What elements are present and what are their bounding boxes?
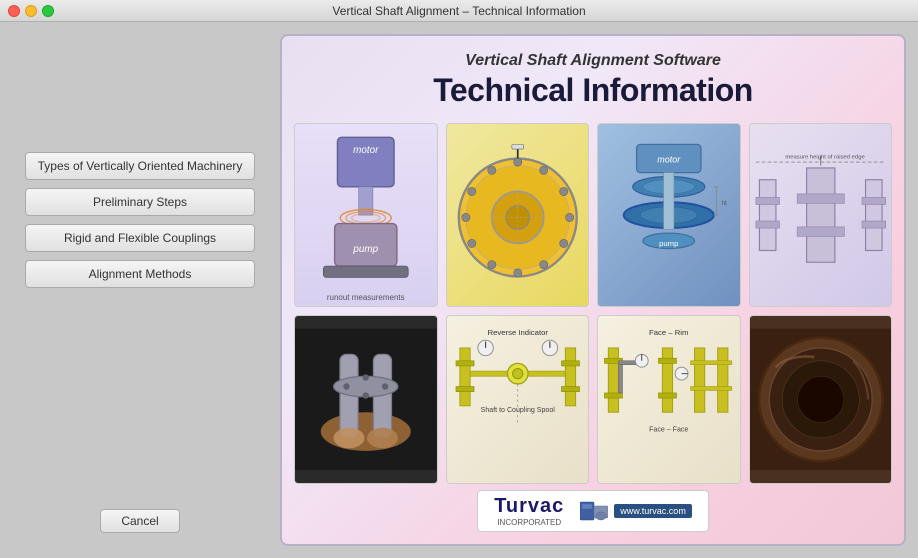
tech-drawing-svg: measure height of raised edge	[750, 124, 892, 306]
svg-text:Face – Face: Face – Face	[649, 427, 688, 434]
svg-text:motor: motor	[353, 145, 379, 156]
bearing-svg: motor pump ht	[598, 124, 740, 306]
cylinder-svg	[750, 316, 892, 483]
types-button[interactable]: Types of Vertically Oriented Machinery	[25, 152, 255, 180]
coupling-diagram	[446, 123, 590, 307]
svg-text:motor: motor	[657, 154, 681, 164]
logo-icon	[580, 500, 608, 522]
content-subtitle: Vertical Shaft Alignment Software	[465, 52, 721, 70]
cylinder-photo	[749, 315, 893, 484]
reverse-indicator-diagram: Reverse Indicator	[446, 315, 590, 484]
diagram-grid: motor pump runout measurements	[294, 123, 892, 484]
close-button[interactable]	[8, 5, 20, 17]
face-rim-svg: Face – Rim	[598, 316, 740, 483]
svg-text:Face – Rim: Face – Rim	[649, 328, 688, 337]
maximize-button[interactable]	[42, 5, 54, 17]
cancel-button[interactable]: Cancel	[100, 509, 180, 533]
coupling-svg	[447, 124, 589, 306]
content-title: Technical Information	[433, 72, 753, 109]
face-rim-diagram: Face – Rim	[597, 315, 741, 484]
logo-website: www.turvac.com	[614, 504, 692, 518]
preliminary-button[interactable]: Preliminary Steps	[25, 188, 255, 216]
runout-label: runout measurements	[325, 291, 407, 304]
alignment-button[interactable]: Alignment Methods	[25, 260, 255, 288]
svg-text:measure height of raised edge: measure height of raised edge	[785, 155, 864, 161]
hands-photo	[294, 315, 438, 484]
technical-drawing: measure height of raised edge	[749, 123, 893, 307]
traffic-lights	[8, 5, 54, 17]
bearing-diagram: motor pump ht	[597, 123, 741, 307]
title-bar: Vertical Shaft Alignment – Technical Inf…	[0, 0, 918, 22]
logo-incorporated: INCORPORATED	[497, 518, 561, 527]
content-panel: Vertical Shaft Alignment Software Techni…	[280, 34, 906, 546]
sidebar: Types of Vertically Oriented Machinery P…	[0, 22, 280, 558]
minimize-button[interactable]	[25, 5, 37, 17]
svg-text:pump: pump	[659, 239, 678, 248]
svg-text:ht: ht	[721, 200, 727, 207]
photo-svg	[295, 316, 437, 483]
logo-name: Turvac	[494, 495, 564, 518]
runout-diagram: motor pump runout measurements	[294, 123, 438, 307]
couplings-button[interactable]: Rigid and Flexible Couplings	[25, 224, 255, 252]
main-container: Types of Vertically Oriented Machinery P…	[0, 22, 918, 558]
reverse-indicator-svg: Reverse Indicator	[447, 316, 589, 483]
window-title: Vertical Shaft Alignment – Technical Inf…	[332, 4, 585, 18]
svg-text:Reverse Indicator: Reverse Indicator	[487, 328, 548, 337]
svg-text:pump: pump	[352, 244, 378, 255]
logo-area: Turvac INCORPORATED www.turvac.com	[477, 490, 709, 532]
motor-pump-svg: motor pump	[295, 124, 437, 306]
